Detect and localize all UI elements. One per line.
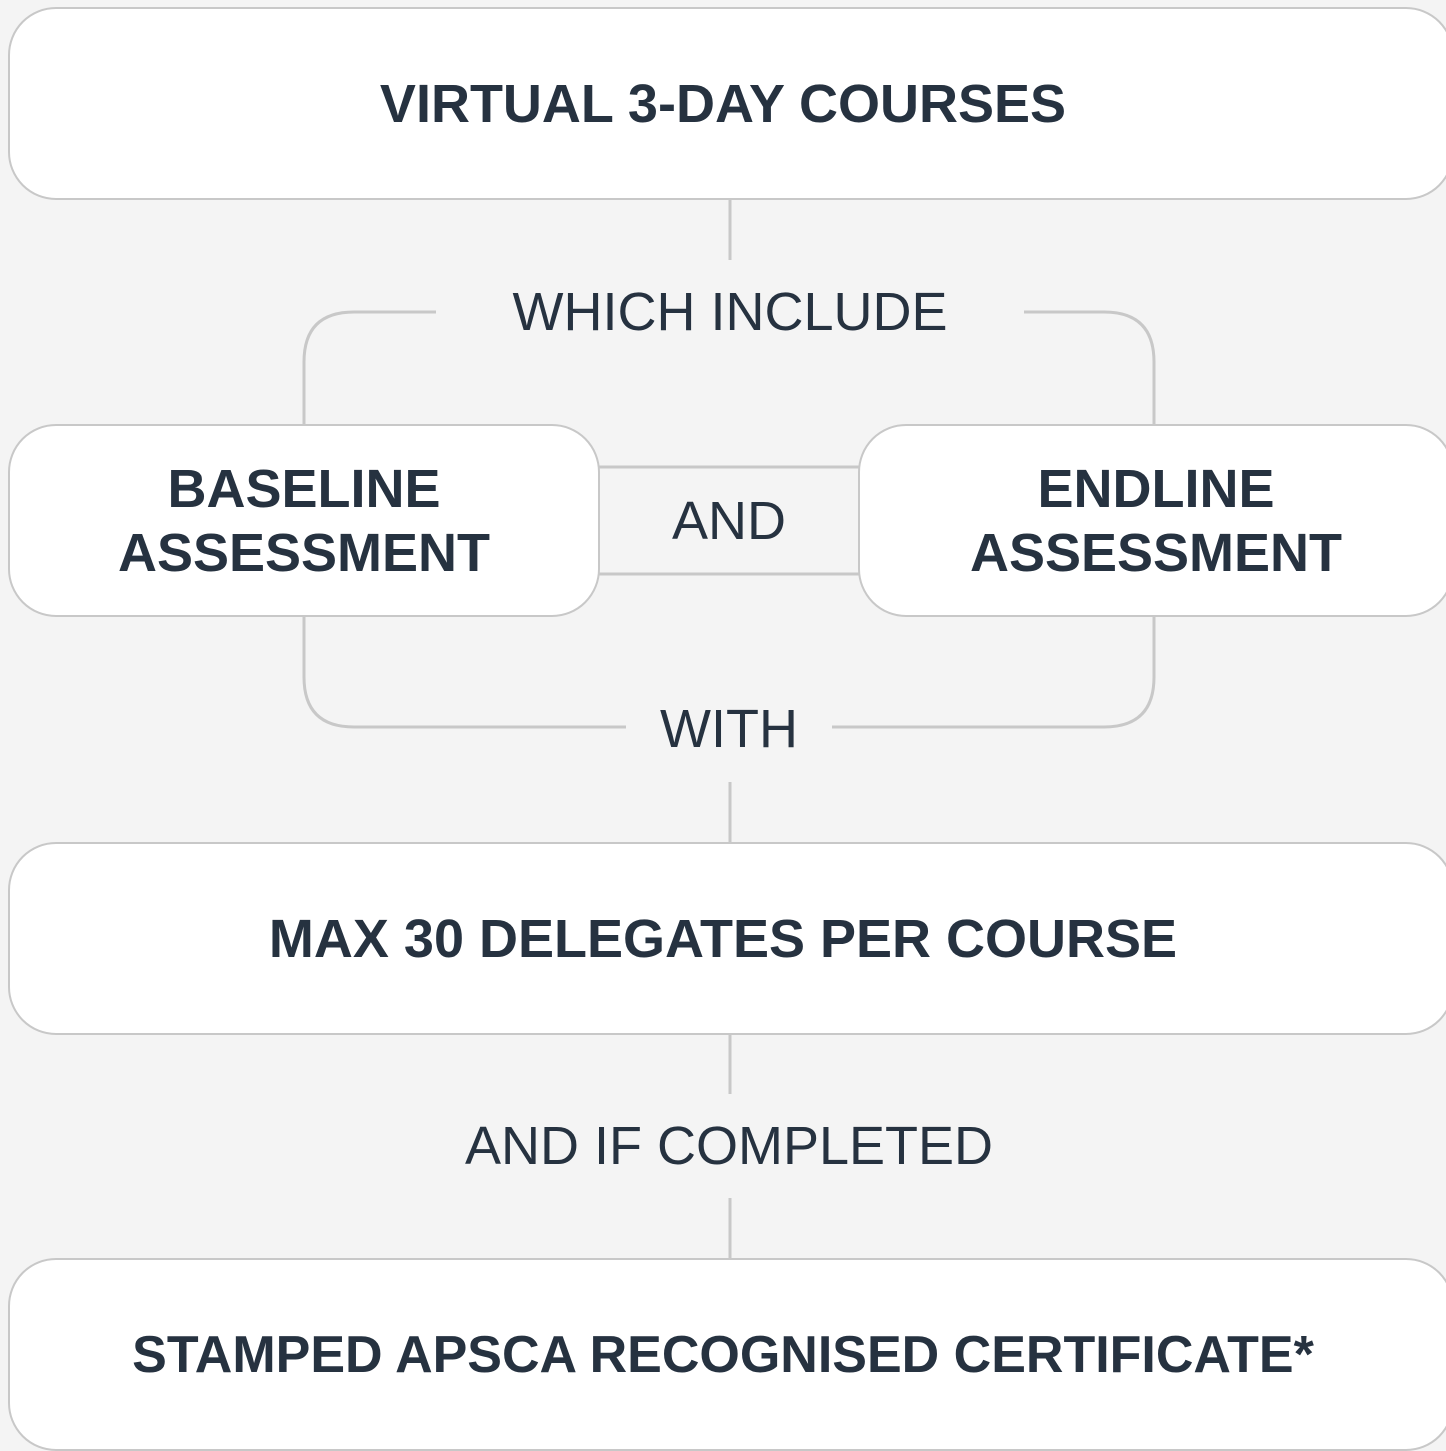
with-label: WITH (660, 699, 798, 759)
flow-diagram: VIRTUAL 3-DAY COURSES WHICH INCLUDE BASE… (0, 0, 1446, 1451)
which-include-label: WHICH INCLUDE (512, 282, 948, 342)
bracket-which-include-left (302, 310, 436, 424)
baseline-line-1: BASELINE (167, 458, 441, 519)
endline-line-2: ASSESSMENT (969, 522, 1343, 583)
bracket-with-right (832, 616, 1156, 729)
baseline-assessment-box: BASELINE ASSESSMENT (8, 424, 600, 617)
endline-assessment-box: ENDLINE ASSESSMENT (858, 424, 1446, 617)
baseline-line-2: ASSESSMENT (117, 522, 491, 583)
virtual-courses-text: VIRTUAL 3-DAY COURSES (379, 73, 1067, 134)
max-delegates-text: MAX 30 DELEGATES PER COURSE (268, 908, 1178, 969)
and-if-completed-label: AND IF COMPLETED (464, 1116, 994, 1176)
bracket-which-include-right (1024, 310, 1156, 424)
certificate-box: STAMPED APSCA RECOGNISED CERTIFICATE* (8, 1258, 1446, 1451)
certificate-text: STAMPED APSCA RECOGNISED CERTIFICATE* (132, 1325, 1314, 1384)
and-label: AND (671, 491, 786, 551)
endline-line-1: ENDLINE (1037, 458, 1275, 519)
virtual-courses-box: VIRTUAL 3-DAY COURSES (8, 7, 1446, 200)
max-delegates-box: MAX 30 DELEGATES PER COURSE (8, 842, 1446, 1035)
bracket-with-left (302, 616, 626, 729)
